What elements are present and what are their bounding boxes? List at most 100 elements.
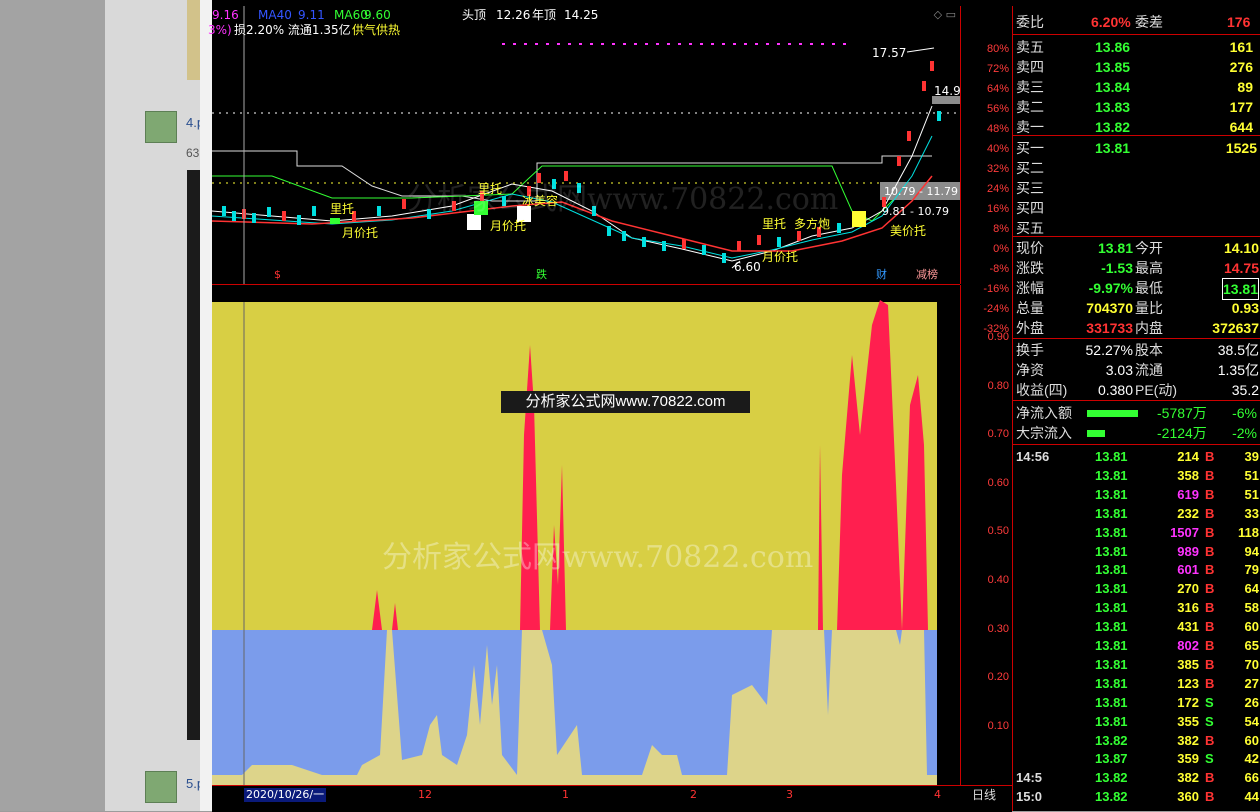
month-mark: 4 <box>934 788 941 801</box>
axis-tick: 48% <box>986 123 1009 135</box>
year-top-value: 14.25 <box>564 8 599 22</box>
trade-row: 13.81 123 B 27 <box>1013 674 1260 693</box>
trade-price: 13.81 <box>1095 524 1128 540</box>
stat-label: 涨跌 <box>1016 260 1044 276</box>
high-price-label: 17.57 <box>872 46 907 60</box>
head-top-label: 头顶 <box>462 8 487 22</box>
flow-row: 大宗流入 -2124万 -2% <box>1013 423 1260 443</box>
price-chart[interactable]: 9.16 MA40 9.11 MA60 9.60 头顶 12.26 年顶 14.… <box>208 6 961 285</box>
flow-row: 净流入额 -5787万 -6% <box>1013 403 1260 423</box>
event-marker[interactable]: 跌 <box>536 268 547 282</box>
ask-label: 卖一 <box>1016 119 1044 135</box>
fundamental-label: 换手 <box>1016 342 1044 358</box>
trade-side: B <box>1205 656 1215 672</box>
fundamental-value: 3.03 <box>1105 362 1133 378</box>
trade-volume: 382 <box>1177 732 1199 748</box>
trade-row: 13.87 359 S 42 <box>1013 749 1260 768</box>
stat-value: 13.81 <box>1221 278 1259 300</box>
event-marker[interactable]: $ <box>274 268 281 282</box>
fundamental-label: 股本 <box>1135 342 1163 358</box>
annotation: 月价托 <box>762 250 799 264</box>
background-strip-top <box>187 0 200 80</box>
fundamental-value: 35.2 <box>1231 382 1259 398</box>
axis-tick: 24% <box>986 183 1009 195</box>
candle <box>662 241 666 251</box>
window-frame-edge <box>200 0 212 811</box>
candle <box>797 231 801 241</box>
ask-row[interactable]: 卖二 13.83 177 <box>1013 97 1260 117</box>
flow-bar <box>1087 410 1138 417</box>
bid-row[interactable]: 买三 <box>1013 178 1260 198</box>
month-mark: 3 <box>786 788 793 801</box>
indicator-chart[interactable]: 分析家公式网www.70822.com <box>212 285 960 785</box>
ask-volume: 177 <box>1229 99 1253 115</box>
bid-price: 13.81 <box>1095 140 1131 156</box>
stat-row: 涨跌 -1.53 最高 14.75 <box>1013 258 1260 278</box>
trade-price: 13.81 <box>1095 543 1128 559</box>
trade-row: 13.81 358 B 51 <box>1013 466 1260 485</box>
weibi-value: 6.20% <box>1091 14 1131 30</box>
candle <box>267 207 271 217</box>
trade-count: 58 <box>1244 600 1259 616</box>
chart-window-controls[interactable]: ◇ ▭ <box>934 8 956 21</box>
axis-tick: 80% <box>986 43 1009 55</box>
ask-price: 13.85 <box>1095 59 1131 75</box>
stat-label: 最低 <box>1135 280 1163 296</box>
bid-row[interactable]: 买一 13.81 1525 <box>1013 138 1260 158</box>
flow-value: -2124万 <box>1157 425 1207 441</box>
range-label-lower: 9.81 - 10.79 <box>882 205 949 218</box>
stat-row: 现价 13.81 今开 14.10 <box>1013 238 1260 258</box>
trade-count: 70 <box>1244 656 1259 672</box>
bid-label: 买二 <box>1016 160 1044 176</box>
ask-row[interactable]: 卖五 13.86 161 <box>1013 37 1260 57</box>
trade-volume: 360 <box>1177 789 1199 805</box>
trade-time: 14:5 <box>1016 770 1043 786</box>
trade-price: 13.81 <box>1095 449 1128 464</box>
trade-volume: 1507 <box>1170 524 1199 540</box>
stat-value: -9.97% <box>1088 280 1133 296</box>
fundamental-value: 52.27% <box>1085 342 1133 358</box>
trade-count: 65 <box>1244 638 1259 653</box>
annotation: 多方炮 <box>794 217 831 231</box>
trade-row: 14:56 13.81 214 B 39 <box>1013 447 1260 466</box>
trade-row: 13.81 232 B 33 <box>1013 504 1260 523</box>
axis-tick: 0.60 <box>987 476 1009 489</box>
bid-label: 买四 <box>1016 200 1044 216</box>
event-marker[interactable]: 减榜 <box>916 268 938 282</box>
flow-percent: -6% <box>1232 405 1257 421</box>
bid-row[interactable]: 买二 <box>1013 158 1260 178</box>
ask-row[interactable]: 卖四 13.85 276 <box>1013 57 1260 77</box>
trade-price: 13.81 <box>1095 581 1128 597</box>
trade-count: 94 <box>1244 543 1259 559</box>
period-label[interactable]: 日线 <box>972 788 996 802</box>
candle <box>777 237 781 247</box>
trade-count: 60 <box>1244 732 1259 748</box>
flow-percent: -2% <box>1232 425 1257 441</box>
date-axis[interactable]: 2020/10/26/一 12 1 2 3 4 日线 <box>212 785 1012 812</box>
file-thumbnail-icon[interactable] <box>145 771 177 803</box>
trade-price: 13.81 <box>1095 562 1128 578</box>
trade-price: 13.81 <box>1095 486 1128 502</box>
stat-value: 0.93 <box>1231 300 1259 316</box>
bid-row[interactable]: 买五 <box>1013 218 1260 238</box>
candle <box>252 213 256 223</box>
trade-volume: 359 <box>1177 751 1199 767</box>
trade-row: 15:0 13.82 360 B 44 <box>1013 787 1260 806</box>
axis-tick: 0% <box>993 243 1009 255</box>
ask-price: 13.83 <box>1095 99 1131 115</box>
month-mark: 2 <box>690 788 697 801</box>
candle <box>682 239 686 249</box>
stat-value: 14.75 <box>1223 260 1259 276</box>
ask-row[interactable]: 卖一 13.82 644 <box>1013 117 1260 137</box>
trade-volume: 316 <box>1177 600 1199 616</box>
trade-side: B <box>1205 638 1215 653</box>
trade-price: 13.82 <box>1095 770 1128 786</box>
fundamental-row: 收益(四) 0.380 PE(动) 35.2 <box>1013 380 1260 400</box>
trade-side: B <box>1205 505 1215 521</box>
watermark: 分析家公式网www.70822.com <box>407 182 839 217</box>
bid-row[interactable]: 买四 <box>1013 198 1260 218</box>
trade-count: 42 <box>1244 751 1259 767</box>
event-marker[interactable]: 财 <box>876 268 887 282</box>
file-thumbnail-icon[interactable] <box>145 111 177 143</box>
ask-row[interactable]: 卖三 13.84 89 <box>1013 77 1260 97</box>
